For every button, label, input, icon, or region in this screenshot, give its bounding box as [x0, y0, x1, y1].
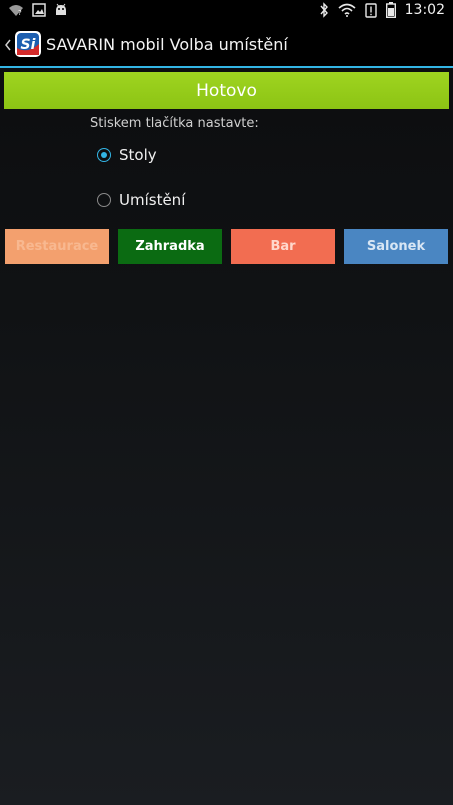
- radio-checked-icon[interactable]: [97, 148, 111, 162]
- bluetooth-icon: [319, 2, 329, 18]
- back-chevron-icon[interactable]: [3, 36, 13, 54]
- app-logo[interactable]: Si: [14, 30, 42, 58]
- page-title: SAVARIN mobil Volba umístění: [46, 35, 288, 54]
- image-icon: [32, 3, 46, 17]
- radio-unchecked-icon[interactable]: [97, 193, 111, 207]
- svg-text:?: ?: [18, 9, 22, 17]
- wifi-question-icon: ?: [8, 3, 24, 17]
- action-bar: Si SAVARIN mobil Volba umístění: [0, 24, 453, 68]
- battery-icon: [385, 2, 396, 18]
- location-button-salonek[interactable]: Salonek: [344, 229, 448, 264]
- app-logo-text: Si: [21, 37, 36, 53]
- radio-label: Umístění: [119, 191, 186, 209]
- location-button-zahradka[interactable]: Zahradka: [118, 229, 222, 264]
- status-bar: ? 13:02: [0, 0, 453, 24]
- radio-option-umisteni[interactable]: Umístění: [97, 191, 185, 209]
- instruction-text: Stiskem tlačítka nastavte:: [90, 116, 259, 131]
- radio-label: Stoly: [119, 146, 157, 164]
- wifi-icon: [338, 3, 356, 17]
- location-button-restaurace[interactable]: Restaurace: [5, 229, 109, 264]
- alert-icon: [364, 2, 377, 18]
- location-button-bar[interactable]: Bar: [231, 229, 335, 264]
- radio-option-stoly[interactable]: Stoly: [97, 146, 157, 164]
- android-icon: [54, 3, 68, 17]
- status-left-icons: ?: [8, 3, 68, 17]
- done-button[interactable]: Hotovo: [4, 72, 449, 109]
- status-right-icons: 13:02: [319, 2, 445, 18]
- status-time: 13:02: [404, 2, 445, 18]
